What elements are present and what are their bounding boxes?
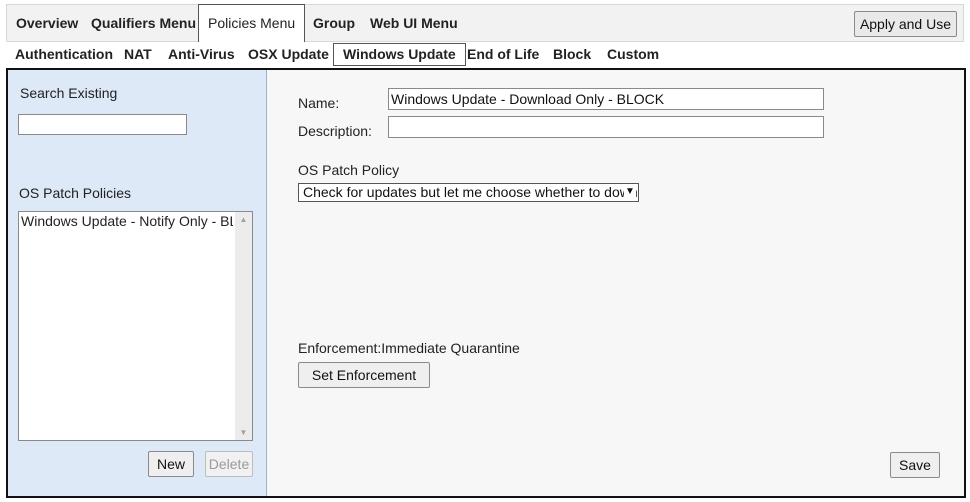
os-patch-label: OS Patch Policy (298, 162, 400, 178)
os-patch-selected: Check for updates but let me choose whet… (303, 184, 639, 200)
list-scrollbar[interactable]: ▲ ▼ (235, 212, 252, 440)
delete-button[interactable]: Delete (205, 451, 253, 477)
sub-menu-bar: Authentication NAT Anti-Virus OSX Update… (6, 42, 964, 68)
menu-overview[interactable]: Overview (16, 5, 78, 43)
apply-and-use-button[interactable]: Apply and Use (853, 11, 957, 37)
tab-nat[interactable]: NAT (124, 42, 152, 66)
description-field[interactable] (388, 116, 824, 138)
description-label: Description: (298, 123, 372, 139)
tab-custom[interactable]: Custom (607, 42, 659, 66)
top-menu-bar: Overview Qualifiers Menu Policies Menu G… (6, 4, 964, 43)
content-frame: Search Existing OS Patch Policies Window… (6, 68, 966, 498)
os-patch-select[interactable]: Check for updates but let me choose whet… (298, 183, 639, 202)
tab-block[interactable]: Block (553, 42, 591, 66)
menu-policies[interactable]: Policies Menu (198, 4, 306, 43)
search-label: Search Existing (20, 85, 118, 101)
set-enforcement-button[interactable]: Set Enforcement (298, 362, 430, 388)
policies-label: OS Patch Policies (19, 185, 132, 201)
enforcement-status: Enforcement:Immediate Quarantine (298, 340, 520, 356)
new-button[interactable]: New (148, 451, 194, 477)
scroll-up-icon[interactable]: ▲ (235, 215, 252, 224)
tab-windows-update[interactable]: Windows Update (333, 43, 466, 66)
tab-anti-virus[interactable]: Anti-Virus (168, 42, 235, 66)
list-item[interactable]: Windows Update - Notify Only - BLOCK (19, 212, 233, 230)
scroll-down-icon[interactable]: ▼ (235, 428, 252, 437)
save-button[interactable]: Save (890, 452, 940, 478)
menu-group[interactable]: Group (313, 5, 355, 43)
sidebar-panel: Search Existing OS Patch Policies Window… (8, 70, 267, 496)
enforcement-label: Enforcement: (298, 340, 382, 356)
policy-form: Name: Windows Update - Download Only - B… (267, 70, 964, 496)
search-input[interactable] (18, 114, 187, 135)
tab-authentication[interactable]: Authentication (15, 42, 113, 66)
tab-end-of-life[interactable]: End of Life (467, 42, 539, 66)
name-label: Name: (298, 95, 340, 111)
dropdown-arrow-icon: ▼ (624, 184, 636, 200)
name-field[interactable]: Windows Update - Download Only - BLOCK (388, 88, 824, 110)
enforcement-value: Immediate Quarantine (381, 340, 520, 356)
menu-web-ui[interactable]: Web UI Menu (370, 5, 458, 43)
tab-osx-update[interactable]: OSX Update (248, 42, 329, 66)
policies-listbox[interactable]: Windows Update - Notify Only - BLOCK ▲ ▼ (18, 211, 253, 441)
menu-qualifiers[interactable]: Qualifiers Menu (91, 5, 196, 43)
